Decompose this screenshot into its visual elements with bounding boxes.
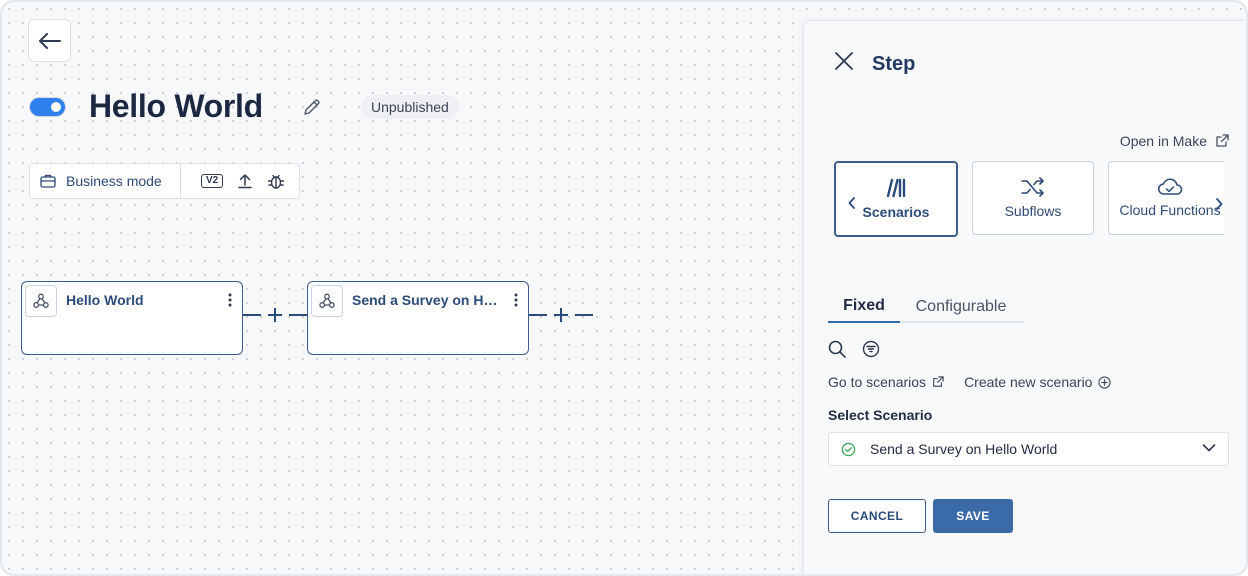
- external-link-icon: [1216, 134, 1229, 147]
- tab-configurable[interactable]: Configurable: [900, 291, 1022, 323]
- card-label: Subflows: [1004, 203, 1062, 219]
- chevron-right-icon[interactable]: [1215, 198, 1223, 210]
- check-circle-icon: [841, 442, 856, 456]
- more-vertical-icon[interactable]: [228, 293, 232, 307]
- more-vertical-icon[interactable]: [514, 293, 518, 307]
- flow-node[interactable]: Hello World: [21, 281, 243, 355]
- business-mode-label: Business mode: [66, 173, 162, 189]
- upload-icon[interactable]: [237, 173, 253, 189]
- chevron-down-icon: [1202, 444, 1216, 452]
- card-subflows[interactable]: Subflows: [972, 161, 1094, 235]
- search-icon[interactable]: [828, 340, 846, 358]
- card-label: Cloud Functions: [1119, 202, 1221, 218]
- selected-scenario-value: Send a Survey on Hello World: [870, 441, 1058, 457]
- pencil-icon[interactable]: [302, 97, 322, 122]
- flow-node[interactable]: Send a Survey on Hello World: [307, 281, 529, 355]
- cancel-button[interactable]: CANCEL: [828, 499, 926, 533]
- flow-active-toggle[interactable]: [29, 97, 66, 117]
- make-logo-icon: [886, 178, 906, 198]
- scenario-select[interactable]: Send a Survey on Hello World: [828, 432, 1229, 466]
- webhook-icon: [25, 285, 57, 317]
- plus-circle-icon: [1098, 375, 1112, 389]
- node-title: Send a Survey on Hello World: [352, 292, 502, 308]
- filter-row: [828, 340, 880, 358]
- panel-title: Step: [872, 53, 916, 75]
- webhook-icon: [311, 285, 343, 317]
- node-connector: [243, 305, 307, 325]
- bug-icon[interactable]: [267, 172, 285, 190]
- create-new-scenario-link[interactable]: Create new scenario: [964, 374, 1112, 390]
- filter-icon[interactable]: [862, 340, 880, 358]
- status-badge: Unpublished: [361, 95, 459, 119]
- toolbar-tools: V2: [181, 172, 285, 190]
- business-mode-button[interactable]: Business mode: [30, 164, 181, 198]
- go-to-scenarios-label: Go to scenarios: [828, 374, 927, 390]
- briefcase-icon: [40, 174, 56, 188]
- node-connector: [529, 305, 593, 325]
- create-new-scenario-label: Create new scenario: [964, 374, 1093, 390]
- shuffle-icon: [1021, 177, 1044, 197]
- save-button[interactable]: SAVE: [933, 499, 1013, 533]
- open-in-make-label: Open in Make: [1119, 133, 1207, 149]
- select-scenario-label: Select Scenario: [828, 407, 933, 423]
- node-title: Hello World: [66, 292, 144, 308]
- close-icon[interactable]: [834, 51, 854, 71]
- card-cloud-functions[interactable]: Cloud Functions: [1108, 161, 1224, 235]
- cloud-check-icon: [1158, 178, 1183, 195]
- mode-toolbar: Business mode V2: [29, 163, 300, 199]
- app-frame: Hello World Unpublished Business mode V2: [0, 0, 1248, 576]
- back-button[interactable]: [28, 19, 71, 62]
- scenario-tabs: Fixed Configurable: [828, 291, 1024, 323]
- page-title: Hello World: [89, 88, 263, 124]
- step-type-carousel: Scenarios Subflows Cloud Functions: [834, 161, 1224, 237]
- tab-fixed[interactable]: Fixed: [828, 291, 900, 323]
- open-in-make-link[interactable]: Open in Make: [1120, 133, 1229, 149]
- step-panel: Step Open in Make Scenarios Subflows Clo…: [803, 20, 1246, 574]
- go-to-scenarios-link[interactable]: Go to scenarios: [828, 374, 944, 390]
- external-link-icon: [933, 376, 944, 387]
- add-step-icon[interactable]: [547, 305, 575, 325]
- arrow-left-icon: [38, 32, 61, 49]
- scenario-links: Go to scenarios Create new scenario: [828, 374, 1112, 390]
- version-badge[interactable]: V2: [201, 174, 224, 188]
- toggle-knob: [49, 100, 63, 114]
- card-label: Scenarios: [862, 204, 930, 220]
- add-step-icon[interactable]: [261, 305, 289, 325]
- chevron-left-icon[interactable]: [848, 197, 856, 209]
